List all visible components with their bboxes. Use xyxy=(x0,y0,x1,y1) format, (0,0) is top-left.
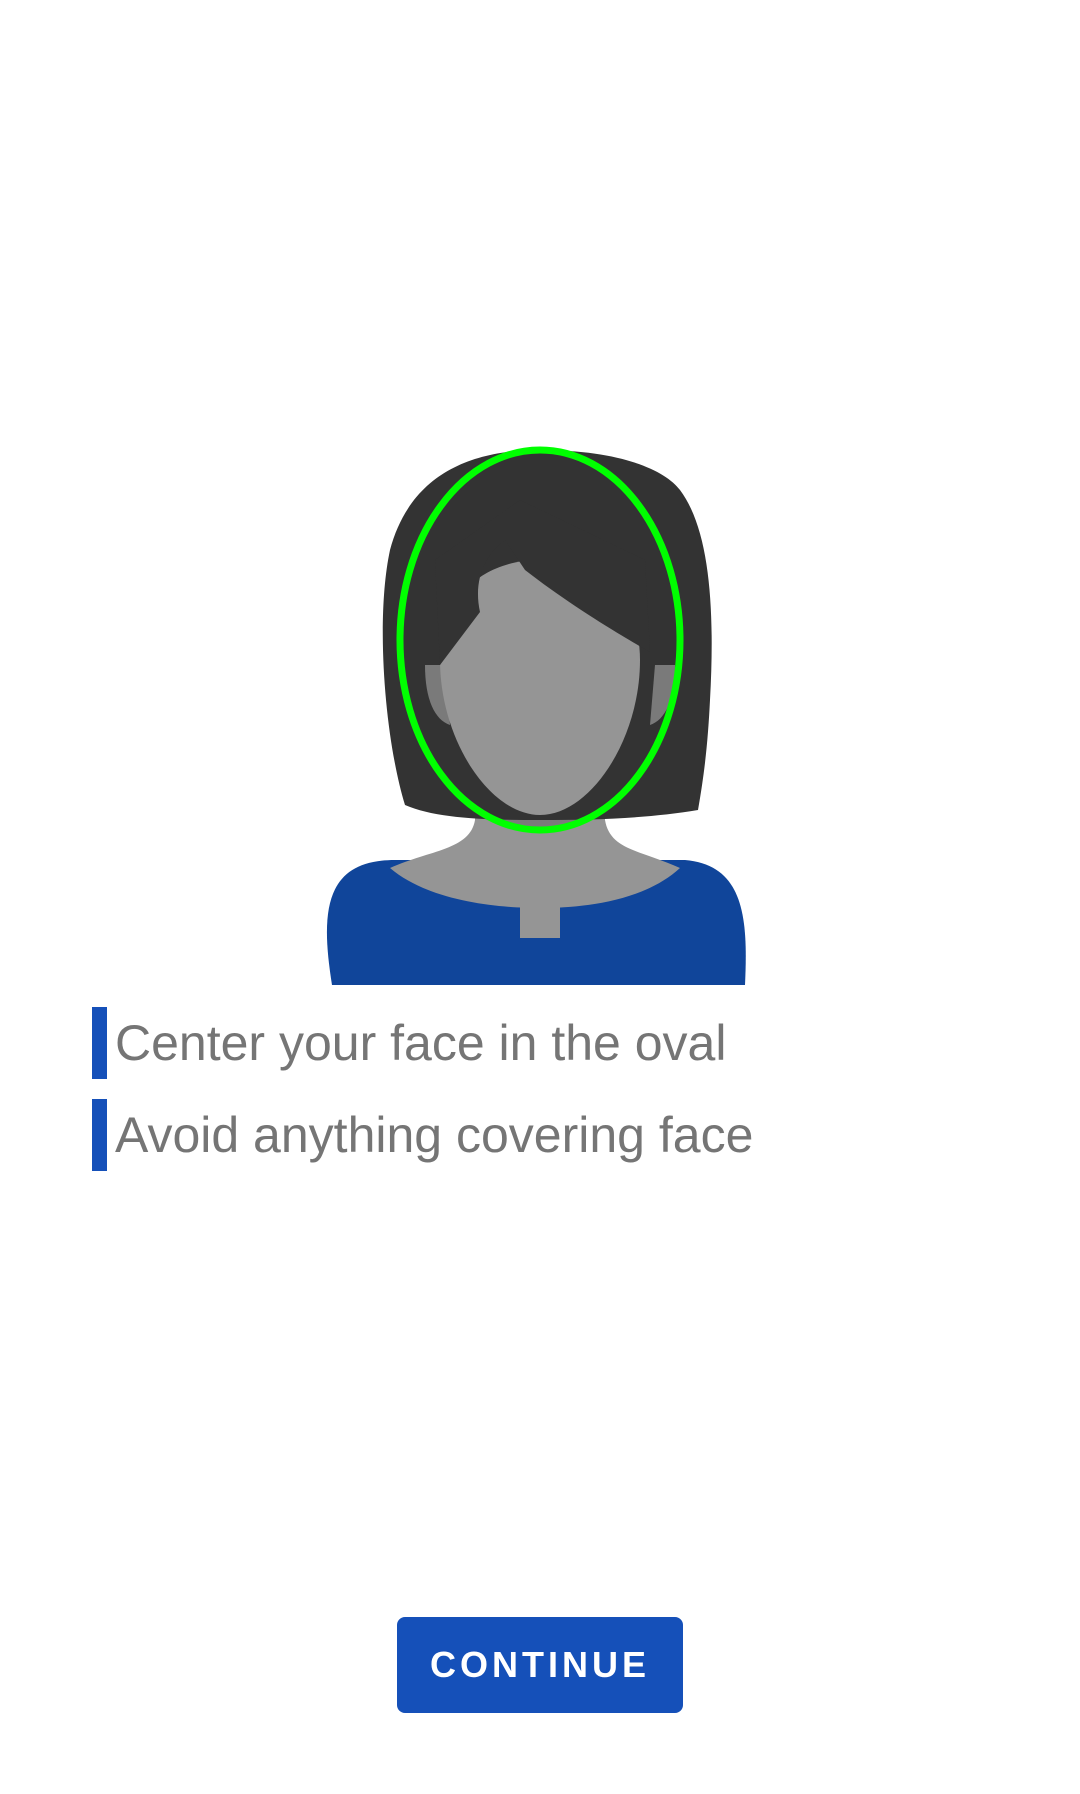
continue-button[interactable]: CONTINUE xyxy=(397,1617,683,1713)
instruction-text: Center your face in the oval xyxy=(115,1015,727,1071)
instruction-bullet-bar xyxy=(92,1099,107,1171)
instruction-item: Avoid anything covering face xyxy=(92,1099,992,1171)
instruction-item: Center your face in the oval xyxy=(92,1007,992,1079)
face-illustration xyxy=(320,440,760,990)
collar-slit xyxy=(520,900,560,938)
face-avatar-icon xyxy=(326,446,746,985)
instruction-list: Center your face in the oval Avoid anyth… xyxy=(92,1007,992,1191)
face-capture-guide-screen: Center your face in the oval Avoid anyth… xyxy=(0,0,1080,1794)
instruction-text: Avoid anything covering face xyxy=(115,1107,754,1163)
instruction-bullet-bar xyxy=(92,1007,107,1079)
